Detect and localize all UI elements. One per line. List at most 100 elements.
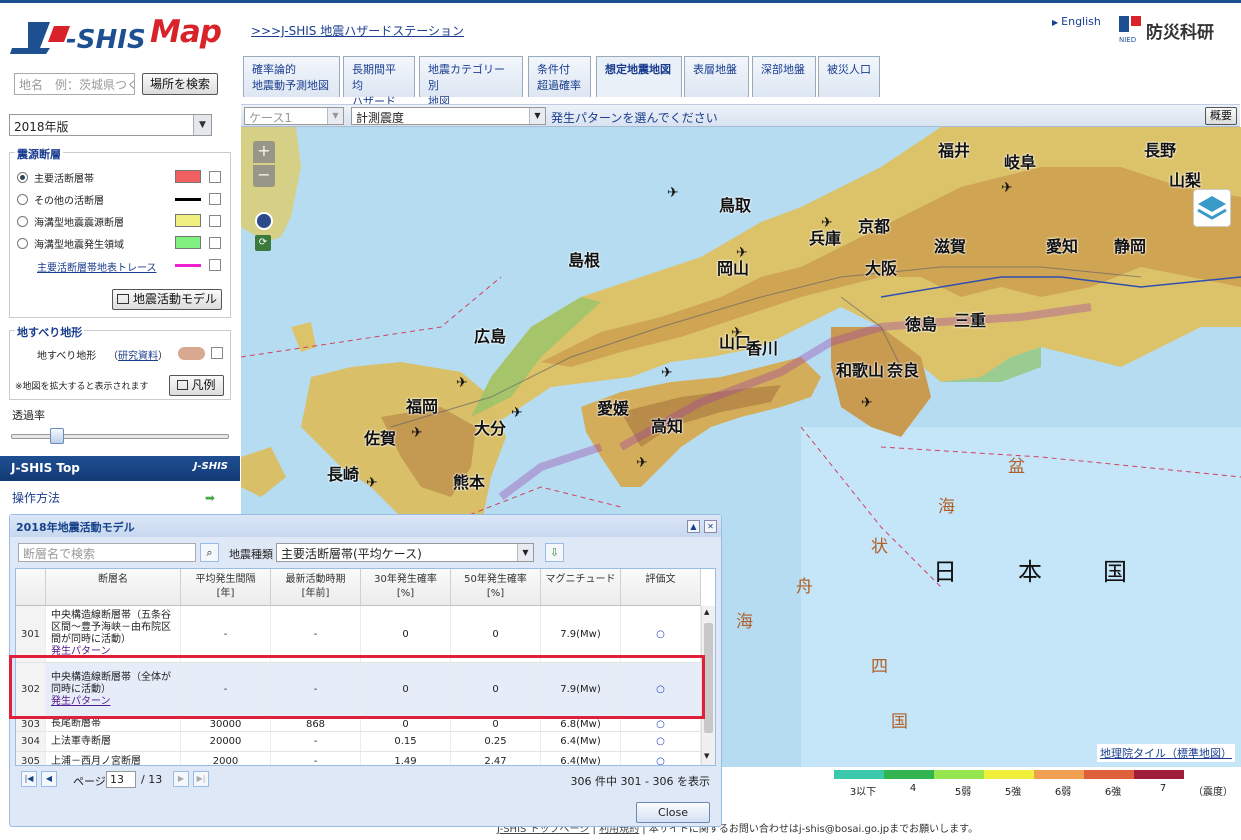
tab-1[interactable]: 確率論的 地震動予測地図	[243, 56, 340, 97]
zoom-out-button[interactable]: −	[253, 165, 275, 187]
trace-link[interactable]: 主要活断層帯地表トレース	[37, 259, 157, 274]
cell-value: -	[313, 628, 318, 640]
research-link[interactable]: 研究資料	[118, 351, 158, 362]
overview-button[interactable]: 概要	[1205, 107, 1237, 125]
fault-swatch	[175, 170, 201, 183]
scroll-up-icon[interactable]: ▲	[704, 608, 709, 616]
first-page-icon[interactable]: |◀	[21, 771, 37, 787]
cell-value[interactable]: ○	[656, 736, 665, 747]
activity-model-button[interactable]: 地震活動モデル	[112, 289, 222, 310]
refresh-icon[interactable]: ⟳	[255, 235, 271, 251]
legend-label: 3以下	[849, 787, 877, 798]
cell-mag: 6.8(Mw)	[541, 717, 621, 731]
fault-checkbox[interactable]	[209, 193, 221, 205]
place-search-input[interactable]: 地名 例：茨城県つくば市	[14, 73, 135, 95]
layers-icon[interactable]	[1193, 189, 1231, 227]
prev-page-icon[interactable]: ◀	[41, 771, 57, 787]
grid-header[interactable]: 平均発生間隔 [年]	[181, 569, 271, 606]
tab-7[interactable]: 深部地盤	[752, 56, 816, 97]
grid-header[interactable]: マグニチュード	[541, 569, 621, 606]
fault-radio[interactable]	[17, 171, 28, 183]
ocean-label: 状	[871, 537, 888, 557]
tab-5[interactable]: 想定地震地図	[596, 56, 682, 97]
landslide-checkbox[interactable]	[211, 347, 223, 359]
fault-radio-row[interactable]: 海溝型地震震源断層	[17, 213, 124, 229]
legend-button[interactable]: 凡例	[169, 375, 224, 396]
fault-name: 中央構造線断層帯（五条谷区間～豊予海峡－由布院区間が同時に活動）	[51, 610, 171, 645]
cell-value: -	[313, 736, 318, 747]
prefecture-label: 大阪	[865, 259, 898, 278]
svg-text:NIED: NIED	[1119, 36, 1136, 44]
nied-logo-icon[interactable]: NIED	[1117, 14, 1147, 44]
close-icon[interactable]: ✕	[704, 520, 717, 533]
last-page-icon[interactable]: ▶|	[193, 771, 209, 787]
cell-value[interactable]: ○	[656, 756, 665, 765]
fault-checkbox[interactable]	[209, 237, 221, 249]
fault-radio[interactable]	[17, 215, 28, 227]
case-select[interactable]: ケース1 ▼	[244, 107, 344, 125]
cell-mag: 7.9(Mw)	[541, 606, 621, 662]
cell-value: 7.9(Mw)	[560, 628, 601, 640]
fault-radio-row[interactable]: 主要活断層帯	[17, 169, 94, 185]
search-icon[interactable]: ⌕	[200, 543, 219, 562]
kind-select[interactable]: 主要活断層帯(平均ケース) ▼	[276, 543, 534, 562]
grid-header[interactable]: 最新活動時期 [年前]	[271, 569, 361, 606]
opacity-slider-thumb[interactable]	[50, 428, 64, 444]
table-row[interactable]: 305 上浦－西月ノ宮断層 2000 - 1.49 2.47 6.4(Mw) ○	[16, 752, 701, 766]
sea-label: 日	[933, 558, 957, 586]
cell-latest: 868	[271, 717, 361, 731]
model-icon	[116, 294, 129, 304]
year-select[interactable]: 2018年版 ▼	[9, 114, 212, 136]
export-icon[interactable]: ⇩	[545, 543, 564, 562]
cell-no: 305	[16, 752, 46, 765]
next-page-icon[interactable]: ▶	[173, 771, 189, 787]
tab-2[interactable]: 長期間平均 ハザード	[343, 56, 415, 108]
page-input[interactable]: 13	[106, 771, 136, 788]
grid-header[interactable]: 30年発生確率 [%]	[361, 569, 451, 606]
fault-checkbox[interactable]	[209, 171, 221, 183]
close-button[interactable]: Close	[636, 802, 710, 823]
tab-4[interactable]: 条件付 超過確率	[528, 56, 591, 97]
cell-eval: ○	[621, 732, 701, 751]
fault-radio-row[interactable]: その他の活断層	[17, 191, 104, 207]
map-attribution[interactable]: 地理院タイル（標準地図）	[1097, 744, 1235, 762]
scroll-down-icon[interactable]: ▼	[704, 752, 709, 760]
chevron-down-icon: ▼	[517, 544, 533, 561]
cell-value[interactable]: ○	[656, 629, 665, 640]
howto-link[interactable]: 操作方法	[12, 489, 60, 506]
zoom-in-button[interactable]: +	[253, 141, 275, 163]
station-link[interactable]: >>>J-SHIS 地震ハザードステーション	[251, 22, 464, 39]
english-link[interactable]: English	[1052, 15, 1101, 28]
fault-radio-row[interactable]: 海溝型地震発生領域	[17, 235, 124, 251]
place-search-button[interactable]: 場所を検索	[142, 73, 218, 95]
jshis-top-bar[interactable]: J-SHIS Top J-SHIS	[0, 456, 240, 481]
measure-select[interactable]: 計測震度 ▼	[351, 107, 546, 125]
tab-3[interactable]: 地震カテゴリー別 地図	[419, 56, 523, 108]
table-row[interactable]: 304 上法軍寺断層 20000 - 0.15 0.25 6.4(Mw) ○	[16, 732, 701, 752]
grid-header[interactable]: 評価文	[621, 569, 701, 606]
opacity-slider-track[interactable]	[11, 434, 229, 439]
cell-value[interactable]: ○	[656, 719, 665, 730]
grid-header[interactable]: 50年発生確率 [%]	[451, 569, 541, 606]
legend-button-label: 凡例	[191, 378, 216, 392]
collapse-icon[interactable]: ▲	[687, 520, 700, 533]
trace-checkbox[interactable]	[209, 259, 221, 271]
scroll-thumb[interactable]	[704, 623, 713, 733]
prefecture-label: 佐賀	[364, 429, 397, 448]
tab-8[interactable]: 被災人口	[818, 56, 880, 97]
prefecture-label: 福岡	[406, 397, 439, 416]
dialog-title: 2018年地震活動モデル	[10, 515, 721, 537]
table-row[interactable]: 303 長尾断層帯 30000 868 0 0 6.8(Mw) ○	[16, 717, 701, 732]
globe-icon[interactable]	[255, 212, 273, 230]
tab-6[interactable]: 表層地盤	[684, 56, 749, 97]
fault-radio[interactable]	[17, 193, 28, 205]
prefecture-label: 島根	[568, 251, 601, 270]
fault-radio[interactable]	[17, 237, 28, 249]
grid-header-rownum	[16, 569, 46, 606]
ocean-label: 舟	[796, 577, 813, 597]
cell-value: -	[313, 756, 318, 766]
grid-header[interactable]: 断層名	[46, 569, 181, 606]
fault-search-input[interactable]: 断層名で検索	[18, 543, 196, 562]
prefecture-label: 長野	[1144, 141, 1177, 160]
fault-checkbox[interactable]	[209, 215, 221, 227]
